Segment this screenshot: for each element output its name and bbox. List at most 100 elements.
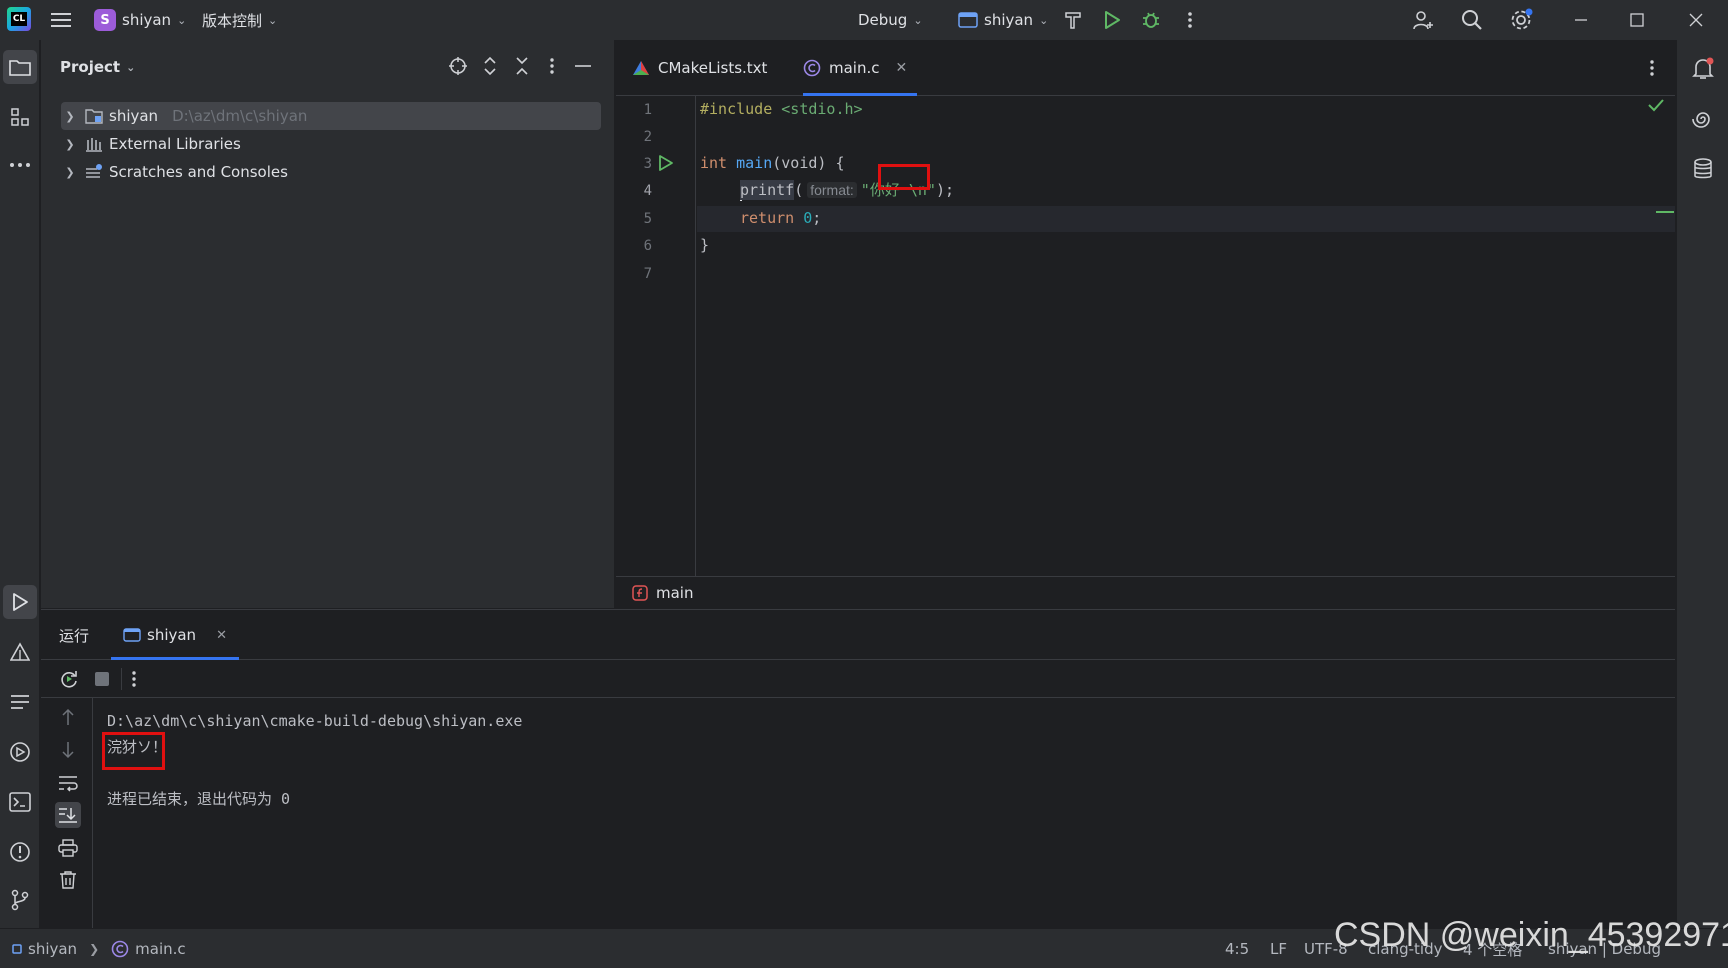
chevron-right-icon[interactable]: ❯ (61, 166, 79, 179)
expand-all-button[interactable] (478, 54, 502, 78)
close-tab-icon[interactable]: ✕ (216, 628, 227, 643)
panel-options-button[interactable] (540, 54, 564, 78)
debug-button[interactable] (1136, 5, 1166, 35)
run-tool-button[interactable] (3, 585, 37, 619)
caret-position[interactable]: 4:5 (1225, 929, 1249, 968)
structure-tool-button[interactable] (3, 100, 37, 134)
editor-area: CMakeLists.txt main.c ✕ 1 2 3 4 5 6 7 #i… (616, 40, 1675, 608)
run-config-selector[interactable]: Debug ⌄ (858, 0, 923, 40)
tree-item-label: External Libraries (109, 135, 241, 153)
tree-item-label: Scratches and Consoles (109, 163, 288, 181)
problems-tool-button[interactable] (3, 835, 37, 869)
no-problems-icon[interactable] (1648, 98, 1664, 116)
status-project[interactable]: shiyan (28, 940, 77, 958)
ai-assistant-button[interactable] (1686, 102, 1720, 136)
arrow-down-icon (62, 742, 74, 759)
function-icon (632, 584, 648, 601)
project-selector[interactable]: S shiyan ⌄ (94, 0, 186, 40)
locate-file-button[interactable] (446, 54, 470, 78)
build-button[interactable] (1058, 5, 1088, 35)
arrow-up-icon (62, 708, 74, 725)
minimize-icon (1575, 19, 1587, 21)
scroll-to-end-button[interactable] (55, 802, 81, 828)
maximize-button[interactable] (1622, 5, 1652, 35)
search-everywhere-button[interactable] (1457, 5, 1487, 35)
clear-console-button[interactable] (55, 867, 81, 893)
run-title-label: 运行 (59, 626, 90, 645)
spiral-icon (1692, 112, 1710, 128)
project-tool-button[interactable] (3, 50, 37, 84)
minimize-icon (575, 65, 591, 67)
run-button[interactable] (1097, 5, 1127, 35)
close-window-button[interactable] (1681, 5, 1711, 35)
line-number: 6 (643, 238, 652, 254)
tab-options-button[interactable] (1640, 56, 1664, 80)
tab-cmakelists[interactable]: CMakeLists.txt (632, 40, 767, 96)
tree-item-project-root[interactable]: ❯ shiyan D:\az\dm\c\shiyan (61, 102, 601, 130)
app-window-icon (123, 628, 141, 642)
tree-item-external-libraries[interactable]: ❯ External Libraries (61, 130, 241, 158)
code-line-1: #include <stdio.h> (700, 96, 863, 122)
code-content[interactable]: #include <stdio.h> int main(void) { prin… (700, 96, 1650, 576)
status-file[interactable]: main.c (135, 940, 186, 958)
ide-window: S shiyan ⌄ 版本控制 ⌄ Debug ⌄ shiyan ⌄ (0, 0, 1728, 968)
git-branch-icon (11, 889, 29, 911)
line-number: 2 (643, 129, 652, 145)
console-line: 进程已结束，退出代码为 0 (107, 790, 291, 808)
settings-button[interactable] (1506, 5, 1536, 35)
tree-item-scratches[interactable]: ❯ Scratches and Consoles (61, 158, 288, 186)
collapse-all-button[interactable] (510, 54, 534, 78)
hide-panel-button[interactable] (571, 54, 595, 78)
chevron-right-icon[interactable]: ❯ (61, 110, 79, 123)
closing-brace: } (700, 236, 710, 254)
list-icon (11, 695, 29, 709)
console-output[interactable]: D:\az\dm\c\shiyan\cmake-build-debug\shiy… (107, 706, 1607, 926)
messages-tool-button[interactable] (3, 685, 37, 719)
scroll-down-button[interactable] (55, 737, 81, 763)
notifications-button[interactable] (1686, 52, 1720, 86)
left-tool-strip (0, 40, 40, 928)
services-tool-button[interactable] (3, 735, 37, 769)
print-button[interactable] (55, 835, 81, 861)
tab-main-c[interactable]: main.c ✕ (803, 40, 918, 96)
code-with-me-button[interactable] (1408, 5, 1438, 35)
scroll-up-button[interactable] (55, 704, 81, 730)
open-paren: ( (794, 181, 804, 199)
printf-call: printf (740, 180, 795, 200)
run-panel-title: 运行 (59, 610, 89, 660)
run-target-selector[interactable]: shiyan ⌄ (958, 0, 1048, 40)
status-breadcrumb: shiyan ❯ main.c (12, 929, 186, 968)
minimize-button[interactable] (1566, 5, 1596, 35)
more-actions-button[interactable] (1175, 5, 1205, 35)
tab-run-shiyan[interactable]: shiyan ✕ (111, 610, 239, 660)
git-tool-button[interactable] (3, 883, 37, 917)
line-separator[interactable]: LF (1270, 929, 1287, 968)
breadcrumb-label[interactable]: main (656, 584, 693, 602)
run-gutter-button[interactable] (658, 154, 676, 174)
database-button[interactable] (1686, 152, 1720, 186)
soft-wrap-button[interactable] (55, 770, 81, 796)
terminal-tool-button[interactable] (3, 785, 37, 819)
chevron-right-icon[interactable]: ❯ (61, 138, 79, 151)
line-number: 3 (643, 156, 652, 172)
close-tab-icon[interactable]: ✕ (896, 60, 908, 76)
code-line-3: int main(void) { (700, 150, 845, 176)
project-view-selector[interactable]: Project ⌄ (60, 58, 135, 76)
c-file-icon (111, 940, 129, 958)
main-menu-button[interactable] (46, 5, 76, 35)
folder-icon (9, 60, 31, 76)
rerun-button[interactable] (56, 666, 82, 692)
stop-button[interactable] (89, 666, 115, 692)
run-panel: 运行 shiyan ✕ D:\az\dm\c\shiyan\cmake-buil… (41, 609, 1675, 929)
vcs-menu[interactable]: 版本控制 ⌄ (202, 0, 277, 40)
code-line-6: } (700, 232, 709, 258)
c-file-icon (803, 59, 821, 77)
tab-label: CMakeLists.txt (658, 59, 768, 77)
cmake-tool-button[interactable] (3, 635, 37, 669)
editor-breadcrumb: main (616, 576, 1675, 608)
more-tools-button[interactable] (3, 148, 37, 182)
highlight-box (102, 732, 165, 770)
editor-tabs: CMakeLists.txt main.c ✕ (616, 40, 1675, 96)
run-more-button[interactable] (121, 666, 147, 692)
tree-item-label: shiyan (109, 107, 159, 125)
